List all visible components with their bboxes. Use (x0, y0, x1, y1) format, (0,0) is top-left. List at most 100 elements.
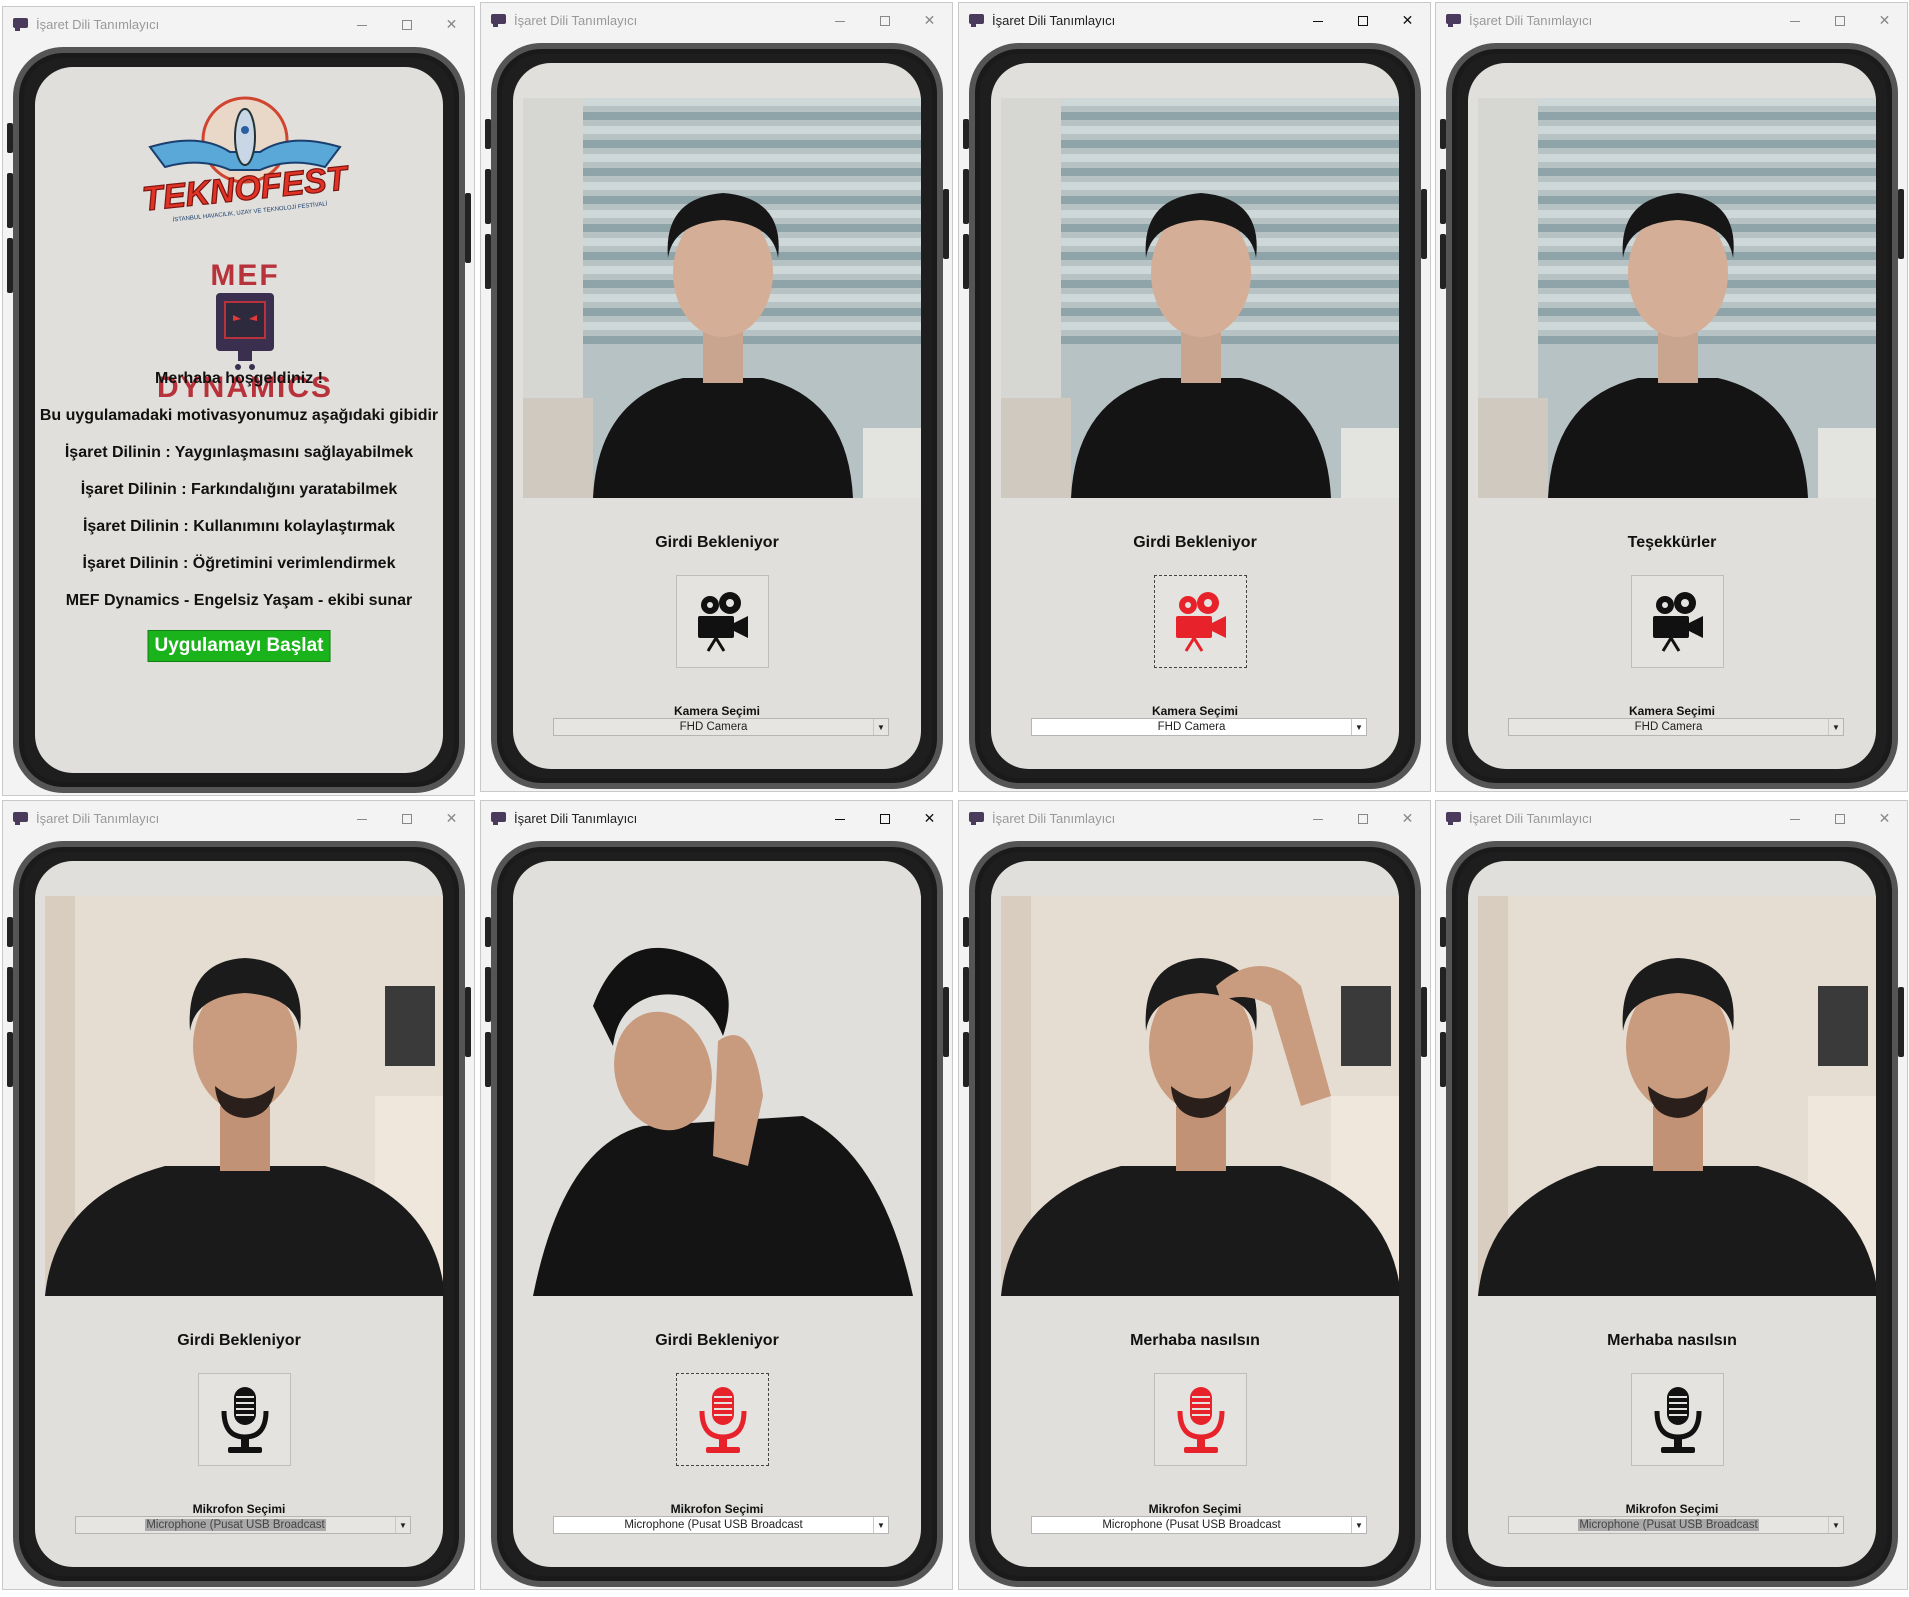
device-select[interactable]: FHD Camera ▼ (1508, 718, 1844, 736)
close-button[interactable]: ✕ (1385, 12, 1430, 29)
chevron-down-icon[interactable]: ▼ (1828, 1517, 1843, 1533)
recognition-status-text: Girdi Bekleniyor (655, 1332, 779, 1349)
chevron-down-icon[interactable]: ▼ (873, 719, 888, 735)
maximize-button[interactable] (384, 16, 429, 32)
video-preview (1478, 98, 1876, 498)
camera-feed (523, 98, 921, 498)
phone-frame: Girdi Bekleniyor Kamera Seçimi FHD Camer… (963, 43, 1427, 789)
maximize-button[interactable] (862, 12, 907, 28)
microphone-toggle-button[interactable] (1154, 1373, 1247, 1466)
device-select[interactable]: FHD Camera ▼ (553, 718, 889, 736)
close-button[interactable]: ✕ (907, 810, 952, 827)
close-button[interactable]: ✕ (1862, 810, 1907, 827)
minimize-button[interactable] (817, 12, 862, 28)
chevron-down-icon[interactable]: ▼ (873, 1517, 888, 1533)
app-window: İşaret Dili Tanımlayıcı ✕ Girdi Bekleniy… (480, 800, 953, 1590)
title-bar[interactable]: İşaret Dili Tanımlayıcı ✕ (481, 3, 952, 37)
phone-frame: TEKNOFEST İSTANBUL HAVACILIK, UZAY VE TE… (7, 47, 471, 793)
phone-screen: Merhaba nasılsın Mikrofon Seçimi Microph… (1468, 861, 1876, 1567)
camera-feed (523, 896, 921, 1296)
chevron-down-icon[interactable]: ▼ (395, 1517, 410, 1533)
device-select-label: Kamera Seçimi (673, 704, 761, 718)
close-button[interactable]: ✕ (429, 810, 474, 827)
app-icon (491, 811, 506, 825)
close-button[interactable]: ✕ (1862, 12, 1907, 29)
maximize-button[interactable] (1817, 810, 1862, 826)
recognition-status-text: Teşekkürler (1627, 534, 1717, 551)
recognition-status-text: Girdi Bekleniyor (655, 534, 779, 551)
minimize-button[interactable] (1772, 12, 1817, 28)
camera-toggle-button[interactable] (1154, 575, 1247, 668)
maximize-button[interactable] (1817, 12, 1862, 28)
app-icon (969, 811, 984, 825)
teknofest-logo: TEKNOFEST İSTANBUL HAVACILIK, UZAY VE TE… (140, 96, 350, 222)
title-bar[interactable]: İşaret Dili Tanımlayıcı ✕ (3, 7, 474, 41)
chevron-down-icon[interactable]: ▼ (1351, 1517, 1366, 1533)
window-title: İşaret Dili Tanımlayıcı (1469, 810, 1593, 826)
title-bar[interactable]: İşaret Dili Tanımlayıcı ✕ (959, 3, 1430, 37)
phone-screen: TEKNOFEST İSTANBUL HAVACILIK, UZAY VE TE… (35, 67, 443, 773)
device-select[interactable]: Microphone (Pusat USB Broadcast ▼ (1031, 1516, 1367, 1534)
camera-toggle-button[interactable] (676, 575, 769, 668)
microphone-toggle-button[interactable] (198, 1373, 291, 1466)
camera-icon (1175, 591, 1226, 652)
window-title: İşaret Dili Tanımlayıcı (992, 810, 1116, 826)
device-select[interactable]: Microphone (Pusat USB Broadcast ▼ (553, 1516, 889, 1534)
maximize-button[interactable] (1340, 12, 1385, 28)
motivation-item: İşaret Dilinin : Öğretimini verimlendirm… (82, 555, 396, 572)
app-icon (969, 13, 984, 27)
window-title: İşaret Dili Tanımlayıcı (514, 12, 638, 28)
title-bar[interactable]: İşaret Dili Tanımlayıcı ✕ (481, 801, 952, 835)
close-button[interactable]: ✕ (1385, 810, 1430, 827)
title-bar[interactable]: İşaret Dili Tanımlayıcı ✕ (3, 801, 474, 835)
window-title: İşaret Dili Tanımlayıcı (1469, 12, 1593, 28)
device-select-label: Kamera Seçimi (1151, 704, 1239, 718)
device-select-label: Mikrofon Seçimi (1625, 1502, 1719, 1516)
app-window: İşaret Dili Tanımlayıcı ✕ Merhaba nasıls… (958, 800, 1431, 1590)
chevron-down-icon[interactable]: ▼ (1828, 719, 1843, 735)
camera-feed (1001, 896, 1399, 1296)
minimize-button[interactable] (1772, 810, 1817, 826)
microphone-icon (699, 1386, 746, 1453)
minimize-button[interactable] (339, 16, 384, 32)
device-select[interactable]: Microphone (Pusat USB Broadcast ▼ (1508, 1516, 1844, 1534)
device-select[interactable]: FHD Camera ▼ (1031, 718, 1367, 736)
recognition-status-text: Merhaba nasılsın (1607, 1332, 1737, 1349)
minimize-button[interactable] (1295, 810, 1340, 826)
device-select-value: Microphone (Pusat USB Broadcast (1578, 1519, 1759, 1531)
microphone-toggle-button[interactable] (1631, 1373, 1724, 1466)
title-bar[interactable]: İşaret Dili Tanımlayıcı ✕ (959, 801, 1430, 835)
phone-frame: Girdi Bekleniyor Mikrofon Seçimi Microph… (485, 841, 949, 1587)
minimize-button[interactable] (339, 810, 384, 826)
phone-frame: Girdi Bekleniyor Kamera Seçimi FHD Camer… (485, 43, 949, 789)
video-preview (1478, 896, 1876, 1296)
minimize-button[interactable] (817, 810, 862, 826)
title-bar[interactable]: İşaret Dili Tanımlayıcı ✕ (1436, 3, 1907, 37)
microphone-icon (1654, 1386, 1701, 1453)
title-bar[interactable]: İşaret Dili Tanımlayıcı ✕ (1436, 801, 1907, 835)
phone-frame: Merhaba nasılsın Mikrofon Seçimi Microph… (1440, 841, 1904, 1587)
video-preview (1001, 98, 1399, 498)
device-select[interactable]: Microphone (Pusat USB Broadcast ▼ (75, 1516, 411, 1534)
microphone-toggle-button[interactable] (676, 1373, 769, 1466)
maximize-button[interactable] (862, 810, 907, 826)
start-app-button[interactable]: Uygulamayı Başlat (147, 630, 331, 662)
camera-toggle-button[interactable] (1631, 575, 1724, 668)
window-title: İşaret Dili Tanımlayıcı (36, 810, 160, 826)
recognition-status-text: Merhaba nasılsın (1130, 1332, 1260, 1349)
minimize-button[interactable] (1295, 12, 1340, 28)
app-icon (1446, 13, 1461, 27)
close-button[interactable]: ✕ (429, 16, 474, 33)
app-icon (13, 17, 28, 31)
chevron-down-icon[interactable]: ▼ (1351, 719, 1366, 735)
device-select-value: Microphone (Pusat USB Broadcast (145, 1519, 326, 1531)
device-select-label: Kamera Seçimi (1628, 704, 1716, 718)
maximize-button[interactable] (384, 810, 429, 826)
camera-feed (1001, 98, 1399, 498)
maximize-button[interactable] (1340, 810, 1385, 826)
phone-screen: Merhaba nasılsın Mikrofon Seçimi Microph… (991, 861, 1399, 1567)
video-preview (45, 896, 443, 1296)
close-button[interactable]: ✕ (907, 12, 952, 29)
phone-screen: Girdi Bekleniyor Mikrofon Seçimi Microph… (35, 861, 443, 1567)
device-select-value: FHD Camera (679, 721, 748, 733)
